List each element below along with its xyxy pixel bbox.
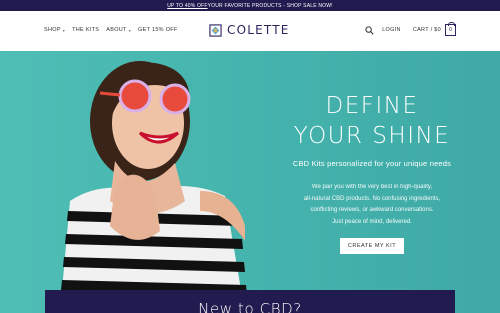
headline-line: YOUR SHINE: [293, 123, 451, 149]
announcement-text: YOUR FAVORITE PRODUCTS - SHOP SALE NOW!: [207, 2, 333, 9]
cart-count: 0: [448, 27, 453, 33]
nav-item-discount[interactable]: GET 15% OFF: [138, 27, 178, 33]
nav-label: GET 15% OFF: [138, 27, 178, 33]
hero-model-image: [60, 61, 248, 313]
description-line: all-natural CBD products. No confusing i…: [303, 195, 441, 202]
primary-nav: SHOP ▾ THE KITS ABOUT ▾ GET 15% OFF: [44, 27, 185, 33]
chevron-down-icon: ▾: [62, 27, 66, 33]
utility-nav: LOGIN CART / $0 0: [365, 22, 456, 36]
create-kit-button[interactable]: CREATE MY KIT: [339, 238, 405, 254]
nav-label: ABOUT: [106, 27, 127, 33]
hero-copy: DEFINE YOUR SHINE CBD Kits personalized …: [262, 91, 482, 254]
cart-label: CART / $0: [412, 27, 441, 33]
announcement-bar: UP TO 40% OFF YOUR FAVORITE PRODUCTS - S…: [0, 0, 500, 11]
chevron-down-icon: ▾: [128, 27, 132, 33]
hero-description: We pair you with the very best in high-q…: [262, 182, 482, 228]
cart-link[interactable]: CART / $0 0: [412, 22, 456, 36]
hero-section: DEFINE YOUR SHINE CBD Kits personalized …: [0, 51, 500, 313]
nav-item-shop[interactable]: SHOP ▾: [44, 27, 65, 33]
search-icon[interactable]: [365, 25, 374, 35]
site-logo[interactable]: COLETTE: [209, 23, 290, 37]
logo-mark-icon: [209, 23, 222, 37]
description-line: We pair you with the very best in high-q…: [311, 184, 433, 190]
nav-label: SHOP: [44, 27, 61, 33]
cbd-intro-panel: New to CBD?: [45, 290, 455, 313]
hero-headline: DEFINE YOUR SHINE: [262, 91, 482, 151]
cart-bag-icon: 0: [445, 22, 456, 36]
sale-link[interactable]: UP TO 40% OFF: [167, 3, 207, 9]
site-header: SHOP ▾ THE KITS ABOUT ▾ GET 15% OFF COLE…: [0, 11, 500, 51]
nav-label: THE KITS: [72, 27, 100, 33]
intro-title: New to CBD?: [198, 300, 302, 313]
hero-subhead: CBD Kits personalized for your unique ne…: [292, 159, 452, 168]
brand-name: COLETTE: [227, 23, 290, 37]
nav-item-about[interactable]: ABOUT ▾: [106, 27, 131, 33]
headline-line: DEFINE: [325, 93, 419, 119]
description-line: Just peace of mind, delivered.: [332, 218, 412, 225]
nav-item-the-kits[interactable]: THE KITS: [72, 27, 99, 33]
login-link[interactable]: LOGIN: [382, 27, 401, 33]
description-line: conflicting reviews, or awkward conversa…: [310, 207, 434, 213]
